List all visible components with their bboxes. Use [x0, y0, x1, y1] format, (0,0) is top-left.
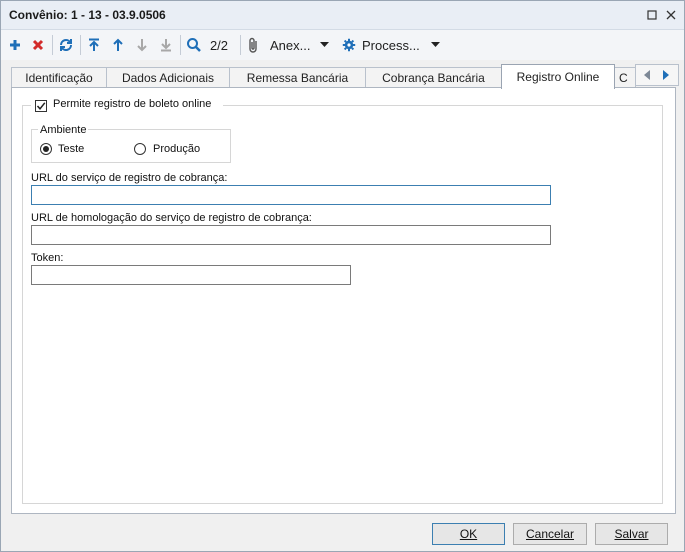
tab-identificacao[interactable]: Identificação	[11, 67, 107, 88]
permit-online-label: Permite registro de boleto online	[53, 98, 212, 110]
chevron-down-icon	[320, 42, 330, 48]
gear-icon	[342, 38, 356, 52]
paperclip-icon	[247, 37, 261, 53]
registro-online-panel: Permite registro de boleto online Ambien…	[11, 87, 676, 514]
homologation-url-input[interactable]	[31, 225, 551, 245]
cancel-button-label: Cancelar	[525, 527, 575, 541]
cancel-button[interactable]: Cancelar	[513, 523, 587, 545]
online-registration-group	[22, 105, 663, 504]
chevron-down-icon	[430, 42, 440, 48]
permit-online-checkbox-row[interactable]: Permite registro de boleto online	[31, 97, 223, 113]
process-label: Process...	[362, 37, 420, 53]
tab-scroll-controls	[635, 64, 679, 86]
scroll-right-icon[interactable]	[661, 69, 671, 81]
add-icon[interactable]	[6, 34, 24, 56]
search-icon[interactable]	[185, 34, 203, 56]
dialog-window: Convênio: 1 - 13 - 03.9.0506 2/2 Anex...…	[0, 0, 685, 552]
save-button[interactable]: Salvar	[595, 523, 668, 545]
tab-strip: Identificação Dados Adicionais Remessa B…	[1, 64, 684, 89]
next-record-icon[interactable]	[133, 34, 151, 56]
token-label: Token:	[31, 252, 64, 264]
save-button-label: Salvar	[614, 527, 649, 541]
ok-button-label: OK	[459, 527, 478, 541]
radio-teste-label[interactable]: Teste	[58, 143, 84, 155]
permit-online-checkbox[interactable]	[35, 100, 47, 112]
maximize-icon[interactable]	[644, 7, 660, 23]
window-title: Convênio: 1 - 13 - 03.9.0506	[9, 8, 166, 22]
tab-truncated[interactable]: C	[614, 67, 636, 88]
toolbar: 2/2 Anex... Process...	[1, 30, 684, 60]
homologation-url-label: URL de homologação do serviço de registr…	[31, 212, 312, 224]
service-url-label: URL do serviço de registro de cobrança:	[31, 172, 228, 184]
title-bar: Convênio: 1 - 13 - 03.9.0506	[1, 1, 684, 30]
environment-legend: Ambiente	[38, 124, 89, 136]
refresh-icon[interactable]	[57, 34, 75, 56]
tab-dados-adicionais[interactable]: Dados Adicionais	[106, 67, 230, 88]
delete-icon[interactable]	[29, 34, 47, 56]
scroll-left-icon[interactable]	[642, 69, 652, 81]
attachments-button[interactable]: Anex...	[247, 34, 337, 56]
previous-record-icon[interactable]	[109, 34, 127, 56]
radio-teste[interactable]	[40, 143, 52, 155]
service-url-input[interactable]	[31, 185, 551, 205]
token-input[interactable]	[31, 265, 351, 285]
radio-producao[interactable]	[134, 143, 146, 155]
process-button[interactable]: Process...	[342, 34, 442, 56]
tab-remessa-bancaria[interactable]: Remessa Bancária	[229, 67, 366, 88]
first-record-icon[interactable]	[85, 34, 103, 56]
attachments-label: Anex...	[270, 37, 311, 53]
ok-button[interactable]: OK	[432, 523, 505, 545]
last-record-icon[interactable]	[157, 34, 175, 56]
page-counter: 2/2	[209, 37, 229, 53]
radio-producao-label[interactable]: Produção	[153, 143, 200, 155]
tab-cobranca-bancaria[interactable]: Cobrança Bancária	[365, 67, 502, 88]
close-icon[interactable]	[663, 7, 679, 23]
tab-registro-online[interactable]: Registro Online	[501, 64, 615, 89]
